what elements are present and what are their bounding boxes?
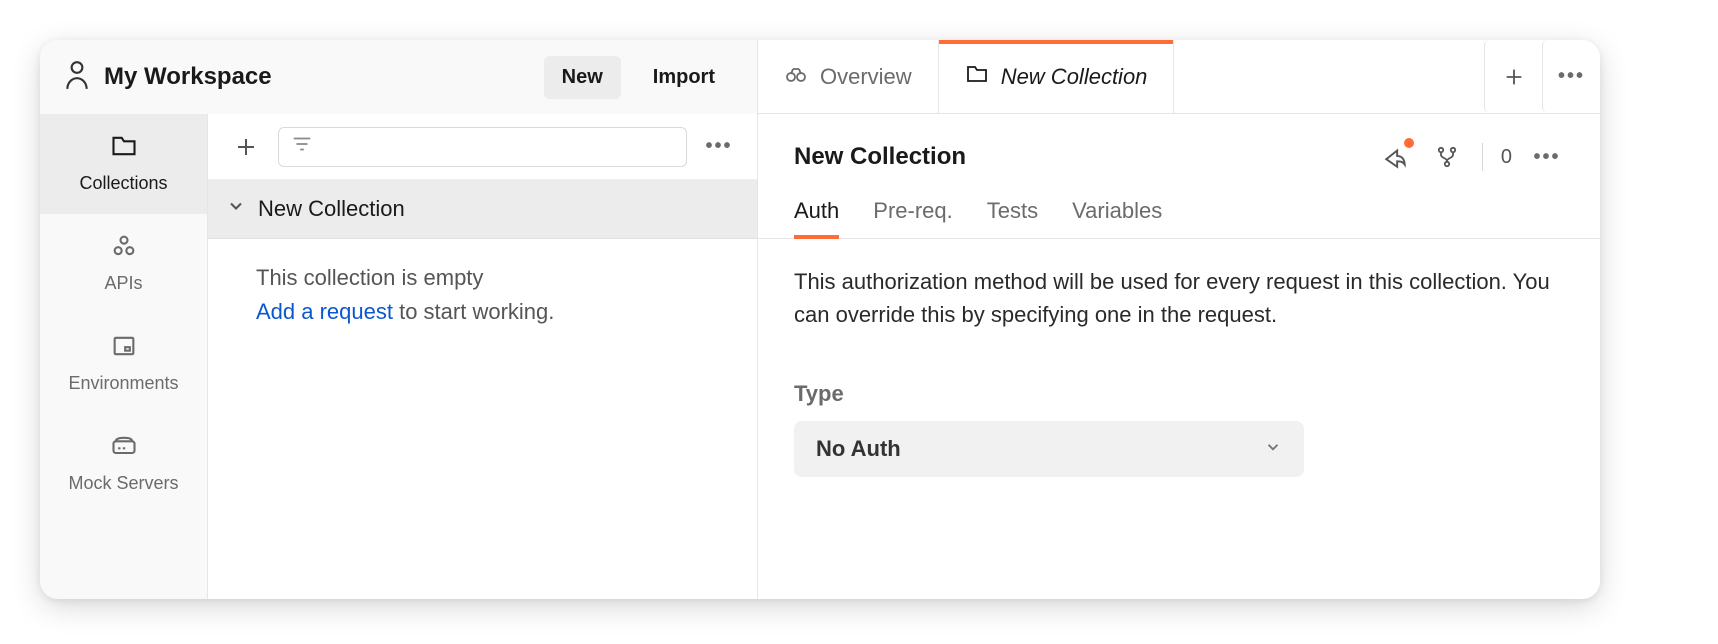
auth-type-select[interactable]: No Auth bbox=[794, 421, 1304, 477]
app-window: My Workspace New Import Collections bbox=[40, 40, 1600, 599]
ellipsis-icon: ••• bbox=[1558, 65, 1585, 88]
share-button[interactable] bbox=[1378, 140, 1412, 174]
collection-row[interactable]: New Collection bbox=[208, 180, 757, 239]
new-button[interactable]: New bbox=[544, 56, 621, 99]
sidebar-item-collections[interactable]: Collections bbox=[40, 114, 207, 214]
sidebar-item-label: Collections bbox=[79, 173, 167, 194]
chevron-down-icon bbox=[226, 196, 246, 222]
notification-dot-icon bbox=[1404, 138, 1414, 148]
ellipsis-icon: ••• bbox=[705, 135, 732, 158]
sidebar-item-apis[interactable]: APIs bbox=[40, 214, 207, 314]
sub-tab-auth[interactable]: Auth bbox=[794, 198, 839, 238]
filter-icon bbox=[291, 133, 313, 160]
ellipsis-icon: ••• bbox=[1533, 146, 1560, 169]
fork-count: 0 bbox=[1501, 146, 1512, 169]
tab-label: New Collection bbox=[1001, 64, 1148, 90]
binoculars-icon bbox=[784, 62, 808, 92]
tabs-actions: ••• bbox=[1484, 40, 1600, 113]
api-icon bbox=[110, 232, 138, 265]
empty-text: This collection is empty bbox=[256, 261, 709, 295]
chevron-down-icon bbox=[1264, 436, 1282, 462]
sidebar-item-label: Mock Servers bbox=[68, 473, 178, 494]
auth-description: This authorization method will be used f… bbox=[758, 239, 1600, 357]
workspace-title[interactable]: My Workspace bbox=[104, 63, 530, 91]
empty-action-line: Add a request to start working. bbox=[256, 295, 709, 329]
tab-label: Overview bbox=[820, 64, 912, 90]
collection-header: New Collection 0 ••• bbox=[758, 114, 1600, 186]
collection-title[interactable]: New Collection bbox=[794, 143, 1360, 171]
server-icon bbox=[110, 432, 138, 465]
list-toolbar: ••• bbox=[208, 114, 757, 180]
tabs-more-button[interactable]: ••• bbox=[1542, 40, 1600, 113]
tabs-spacer bbox=[1174, 40, 1484, 113]
list-more-button[interactable]: ••• bbox=[699, 127, 739, 167]
collection-row-label: New Collection bbox=[258, 196, 405, 222]
auth-type-value: No Auth bbox=[816, 436, 901, 462]
sub-tab-pre-req[interactable]: Pre-req. bbox=[873, 198, 952, 238]
sidebar-item-label: Environments bbox=[68, 373, 178, 394]
left-column: My Workspace New Import Collections bbox=[40, 40, 758, 599]
import-button[interactable]: Import bbox=[635, 56, 733, 99]
workspace-header: My Workspace New Import bbox=[40, 40, 757, 114]
sub-tabs: Auth Pre-req. Tests Variables bbox=[758, 186, 1600, 239]
fork-button[interactable] bbox=[1430, 140, 1464, 174]
sub-tab-tests[interactable]: Tests bbox=[987, 198, 1038, 238]
tabs-bar: Overview New Collection •• bbox=[758, 40, 1600, 114]
empty-suffix: to start working. bbox=[393, 299, 554, 324]
auth-type-section: Type No Auth bbox=[758, 357, 1600, 501]
sub-tab-variables[interactable]: Variables bbox=[1072, 198, 1162, 238]
add-request-link[interactable]: Add a request bbox=[256, 299, 393, 324]
tab-new-collection[interactable]: New Collection bbox=[939, 40, 1175, 113]
divider bbox=[1482, 143, 1483, 171]
environment-icon bbox=[110, 332, 138, 365]
add-collection-button[interactable] bbox=[226, 127, 266, 167]
main-split: My Workspace New Import Collections bbox=[40, 40, 1600, 599]
collection-empty-message: This collection is empty Add a request t… bbox=[208, 239, 757, 351]
sidebar-item-mock-servers[interactable]: Mock Servers bbox=[40, 414, 207, 514]
tab-overview[interactable]: Overview bbox=[758, 40, 939, 113]
collection-more-button[interactable]: ••• bbox=[1530, 140, 1564, 174]
new-tab-button[interactable] bbox=[1484, 40, 1542, 113]
sidebar-item-environments[interactable]: Environments bbox=[40, 314, 207, 414]
side-nav: Collections APIs bbox=[40, 114, 208, 599]
user-icon bbox=[64, 60, 90, 95]
auth-type-label: Type bbox=[794, 381, 1564, 407]
folder-icon bbox=[110, 132, 138, 165]
sidebar-item-label: APIs bbox=[104, 273, 142, 294]
folder-icon bbox=[965, 62, 989, 92]
filter-input[interactable] bbox=[278, 127, 687, 167]
right-column: Overview New Collection •• bbox=[758, 40, 1600, 599]
collection-list: ••• New Collection This collection is em… bbox=[208, 114, 757, 599]
left-body: Collections APIs bbox=[40, 114, 757, 599]
